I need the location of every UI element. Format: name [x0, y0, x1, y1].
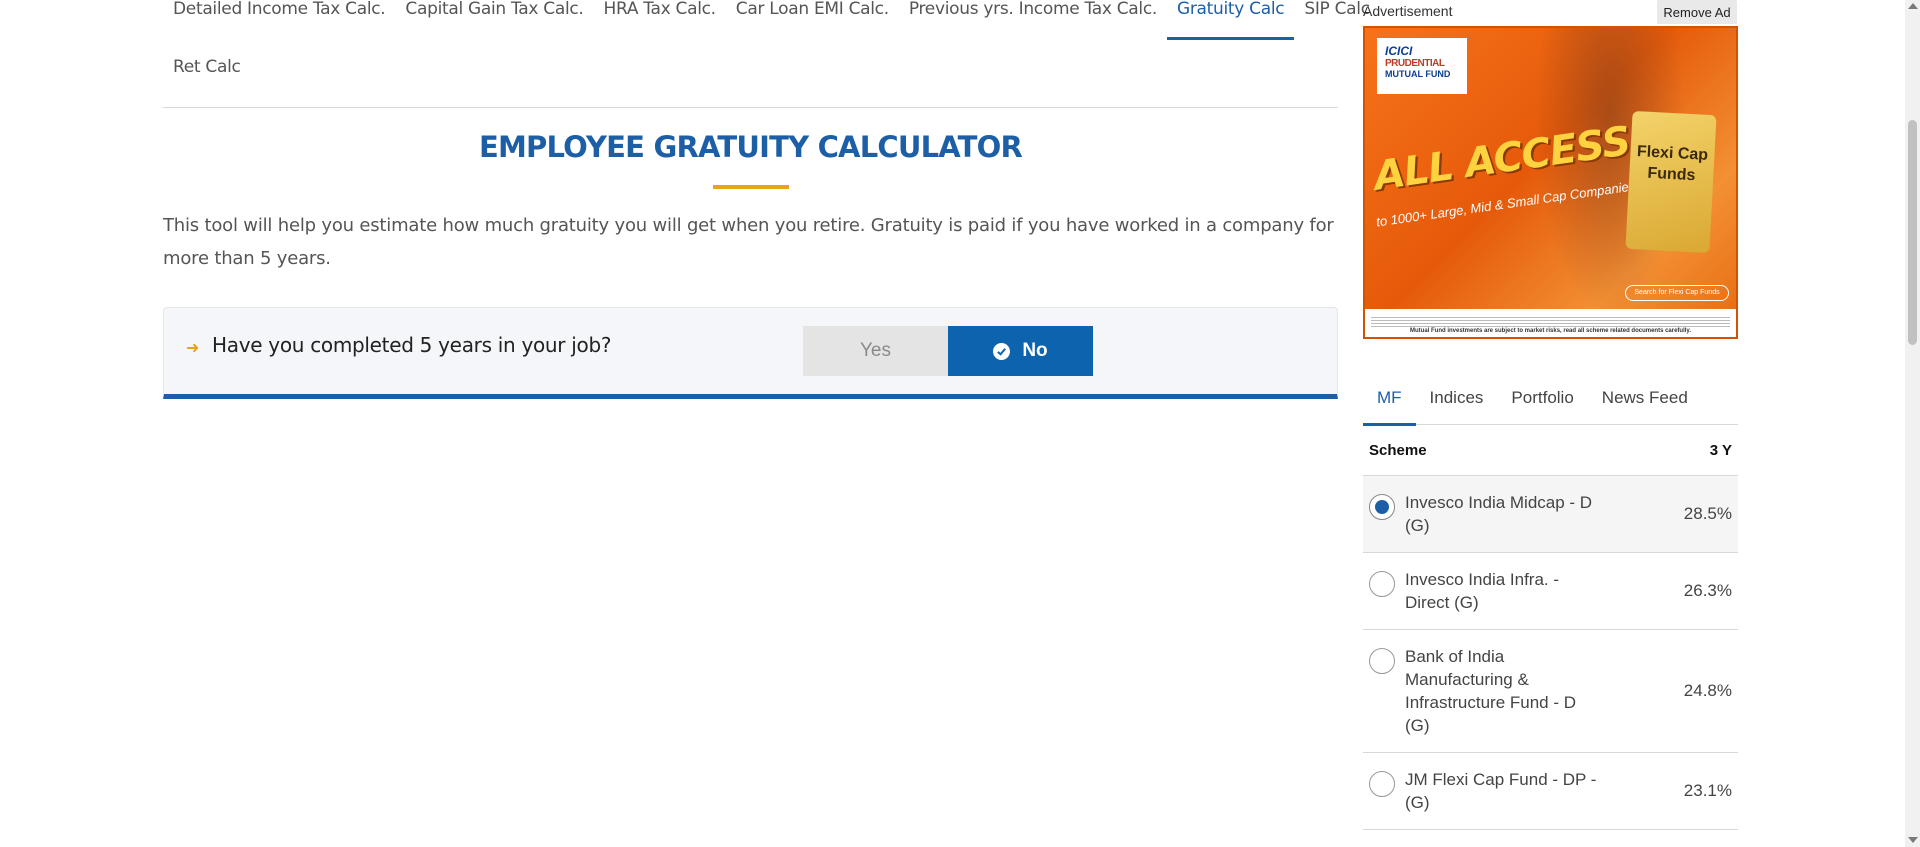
- scheme-radio[interactable]: [1369, 648, 1395, 674]
- tab-hra-tax[interactable]: HRA Tax Calc.: [594, 0, 726, 40]
- ad-fine-print: [1371, 317, 1730, 329]
- title-underline: [713, 185, 789, 189]
- ad-flexi-cap-card: Flexi Cap Funds: [1625, 110, 1717, 254]
- nav-row-1: Detailed Income Tax Calc. Capital Gain T…: [163, 0, 1380, 40]
- scheme-return: 23.1%: [1683, 781, 1732, 800]
- scheme-radio[interactable]: [1369, 571, 1395, 597]
- col-3y: 3 Y: [1709, 442, 1732, 459]
- tab-gratuity-calc[interactable]: Gratuity Calc: [1166, 0, 1295, 40]
- market-tabs: MF Indices Portfolio News Feed: [1363, 380, 1738, 426]
- tab-mf[interactable]: MF: [1363, 380, 1416, 426]
- advertisement-label: Advertisement: [1363, 3, 1453, 19]
- remove-ad-button[interactable]: Remove Ad: [1657, 0, 1737, 24]
- no-button-label: No: [1022, 340, 1048, 361]
- scheme-return: 28.5%: [1683, 504, 1732, 523]
- table-row[interactable]: Bank of India Manufacturing & Infrastruc…: [1363, 630, 1738, 753]
- scheme-name: Invesco India Infra. - Direct (G): [1405, 570, 1560, 612]
- scheme-radio[interactable]: [1369, 771, 1395, 797]
- scheme-name: Invesco India Midcap - D (G): [1405, 493, 1593, 535]
- radio-selected-dot: [1375, 500, 1389, 514]
- tab-previous-yrs-income-tax[interactable]: Previous yrs. Income Tax Calc.: [899, 0, 1167, 40]
- scroll-up-arrow-icon[interactable]: [1908, 3, 1918, 9]
- yes-button[interactable]: Yes: [803, 326, 948, 376]
- col-scheme: Scheme: [1369, 442, 1427, 459]
- icici-prudential-logo: ICICI PRUDENTIAL MUTUAL FUND: [1377, 38, 1467, 94]
- no-button[interactable]: No: [948, 326, 1093, 376]
- question-panel: ➜ Have you completed 5 years in your job…: [163, 307, 1338, 399]
- intro-text: This tool will help you estimate how muc…: [163, 215, 1334, 269]
- scheme-name: Bank of India Manufacturing & Infrastruc…: [1405, 647, 1577, 735]
- table-row[interactable]: JM Flexi Cap Fund - DP - (G) 23.1%: [1363, 753, 1738, 830]
- scrollbar-thumb[interactable]: [1908, 120, 1917, 345]
- ad-search-pill: Search for Flexi Cap Funds: [1625, 285, 1729, 301]
- nav-row-2: Ret Calc: [163, 57, 251, 92]
- scheme-return: 24.8%: [1683, 681, 1732, 700]
- tab-news-feed[interactable]: News Feed: [1588, 380, 1702, 425]
- arrow-right-icon: ➜: [186, 340, 200, 357]
- tab-car-loan-emi[interactable]: Car Loan EMI Calc.: [726, 0, 899, 40]
- scheme-name: JM Flexi Cap Fund - DP - (G): [1405, 770, 1597, 812]
- check-circle-icon: [993, 342, 1011, 360]
- yes-button-label: Yes: [860, 340, 891, 361]
- scheme-table: Scheme 3 Y Invesco India Midcap - D (G) …: [1363, 426, 1738, 830]
- question-text: Have you completed 5 years in your job?: [212, 333, 612, 357]
- table-row[interactable]: Invesco India Midcap - D (G) 28.5%: [1363, 476, 1738, 553]
- tab-capital-gain-tax[interactable]: Capital Gain Tax Calc.: [395, 0, 593, 40]
- ad-banner[interactable]: ICICI PRUDENTIAL MUTUAL FUND ALL ACCESS …: [1363, 26, 1738, 339]
- tab-detailed-income-tax[interactable]: Detailed Income Tax Calc.: [163, 0, 395, 40]
- page-scrollbar[interactable]: [1905, 0, 1920, 847]
- scheme-return: 26.3%: [1683, 581, 1732, 600]
- table-row[interactable]: Invesco India Infra. - Direct (G) 26.3%: [1363, 553, 1738, 630]
- tab-portfolio[interactable]: Portfolio: [1497, 380, 1587, 425]
- ad-disclaimer-bar: Mutual Fund investments are subject to m…: [1365, 309, 1736, 337]
- scheme-table-header: Scheme 3 Y: [1363, 426, 1738, 476]
- page-title: EMPLOYEE GRATUITY CALCULATOR: [478, 130, 1023, 164]
- tab-indices[interactable]: Indices: [1416, 380, 1498, 425]
- scheme-radio[interactable]: [1369, 494, 1395, 520]
- scroll-down-arrow-icon[interactable]: [1908, 837, 1918, 843]
- tab-ret-calc[interactable]: Ret Calc: [163, 52, 251, 98]
- calculator-nav-tabs: Detailed Income Tax Calc. Capital Gain T…: [163, 0, 1370, 108]
